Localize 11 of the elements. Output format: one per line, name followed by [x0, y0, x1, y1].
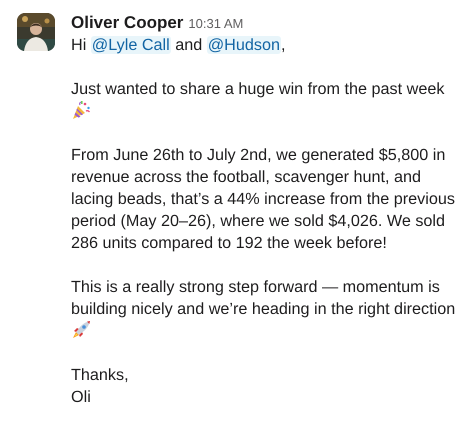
message-paragraph: From June 26th to July 2nd, we generated $5,800 in revenue across the football, scavenger hunt, and lacing beads, that’s a 44% increase from the previous period (May 20–26), where we sold $4,026. We sold 286 units compared to 192 the week before! [71, 145, 456, 254]
party-popper-icon [71, 100, 91, 120]
user-mention[interactable]: @Hudson [206, 36, 281, 54]
message-paragraph: Hi @Lyle Call and @Hudson, [71, 35, 286, 56]
user-mention[interactable]: @Lyle Call [90, 36, 171, 54]
rocket-icon [71, 320, 91, 340]
message-paragraph: Thanks, Oli [71, 365, 130, 408]
timestamp[interactable]: 10:31 AM [188, 14, 244, 34]
message-paragraph: Just wanted to share a huge win from the past week [71, 78, 458, 122]
message-paragraph: This is a really strong step forward — momentum is building nicely and we’re heading in the right direction [71, 276, 458, 342]
author-name[interactable]: Oliver Cooper [71, 12, 184, 34]
